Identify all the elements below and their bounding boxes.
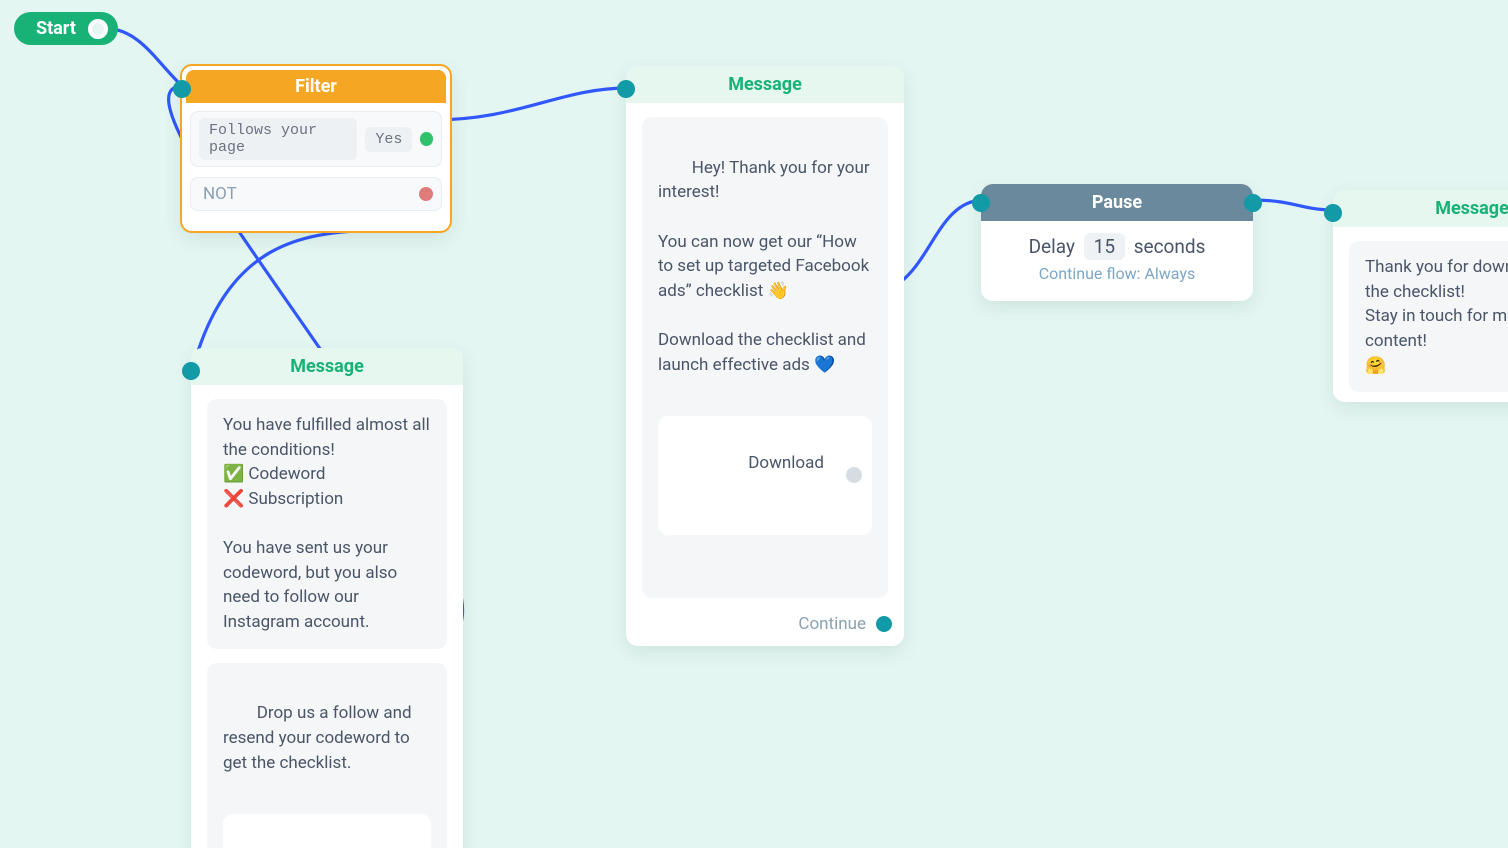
message1-bubble: Hey! Thank you for your interest! You ca… xyxy=(642,117,888,598)
pause-output-port[interactable] xyxy=(1244,194,1262,212)
message3-bubble: Thank you for downloading the checklist!… xyxy=(1349,241,1508,392)
check-subscription-button[interactable]: Check subscription xyxy=(223,814,431,848)
message-node-3[interactable]: Message Thank you for downloading the ch… xyxy=(1333,190,1508,402)
message2-title: Message xyxy=(191,348,463,385)
pause-subtext: Continue flow: Always xyxy=(991,264,1243,283)
message-node-1[interactable]: Message Hey! Thank you for your interest… xyxy=(626,66,904,646)
filter-field-label: Follows your page xyxy=(199,118,357,160)
download-output-port[interactable] xyxy=(846,467,862,483)
filter-condition-true[interactable]: Follows your page Yes xyxy=(190,111,442,167)
message2-text2: Drop us a follow and resend your codewor… xyxy=(223,703,416,772)
message-node-2[interactable]: Message You have fulfilled almost all th… xyxy=(191,348,463,848)
filter-condition-false[interactable]: NOT xyxy=(190,177,442,211)
filter-false-output-port[interactable] xyxy=(419,187,433,201)
start-node[interactable]: Start xyxy=(14,12,118,45)
pause-delay-unit: seconds xyxy=(1134,235,1206,258)
message1-text: Hey! Thank you for your interest! You ca… xyxy=(658,158,874,375)
pause-title: Pause xyxy=(981,184,1253,221)
filter-field-value: Yes xyxy=(365,127,412,152)
filter-true-output-port[interactable] xyxy=(420,132,433,146)
pause-node[interactable]: Pause Delay 15 seconds Continue flow: Al… xyxy=(981,184,1253,301)
filter-input-port[interactable] xyxy=(173,80,191,98)
message1-title: Message xyxy=(626,66,904,103)
message2-bubble2: Drop us a follow and resend your codewor… xyxy=(207,663,447,848)
message3-title: Message xyxy=(1333,190,1508,227)
download-button-label: Download xyxy=(748,453,824,473)
message3-input-port[interactable] xyxy=(1324,204,1342,222)
message1-input-port[interactable] xyxy=(617,80,635,98)
filter-title: Filter xyxy=(186,70,446,103)
start-output-port[interactable] xyxy=(88,19,108,39)
pause-input-port[interactable] xyxy=(972,194,990,212)
message2-bubble1: You have fulfilled almost all the condit… xyxy=(207,399,447,649)
message2-input-port[interactable] xyxy=(182,362,200,380)
pause-delay-label: Delay xyxy=(1029,235,1075,258)
start-label: Start xyxy=(36,18,76,39)
message1-continue-label: Continue xyxy=(798,614,866,634)
pause-delay-value[interactable]: 15 xyxy=(1084,233,1125,260)
filter-not-label: NOT xyxy=(199,184,237,204)
download-button[interactable]: Download xyxy=(658,416,872,535)
message1-continue-port[interactable] xyxy=(876,616,892,632)
filter-node[interactable]: Filter Follows your page Yes NOT xyxy=(180,64,452,233)
